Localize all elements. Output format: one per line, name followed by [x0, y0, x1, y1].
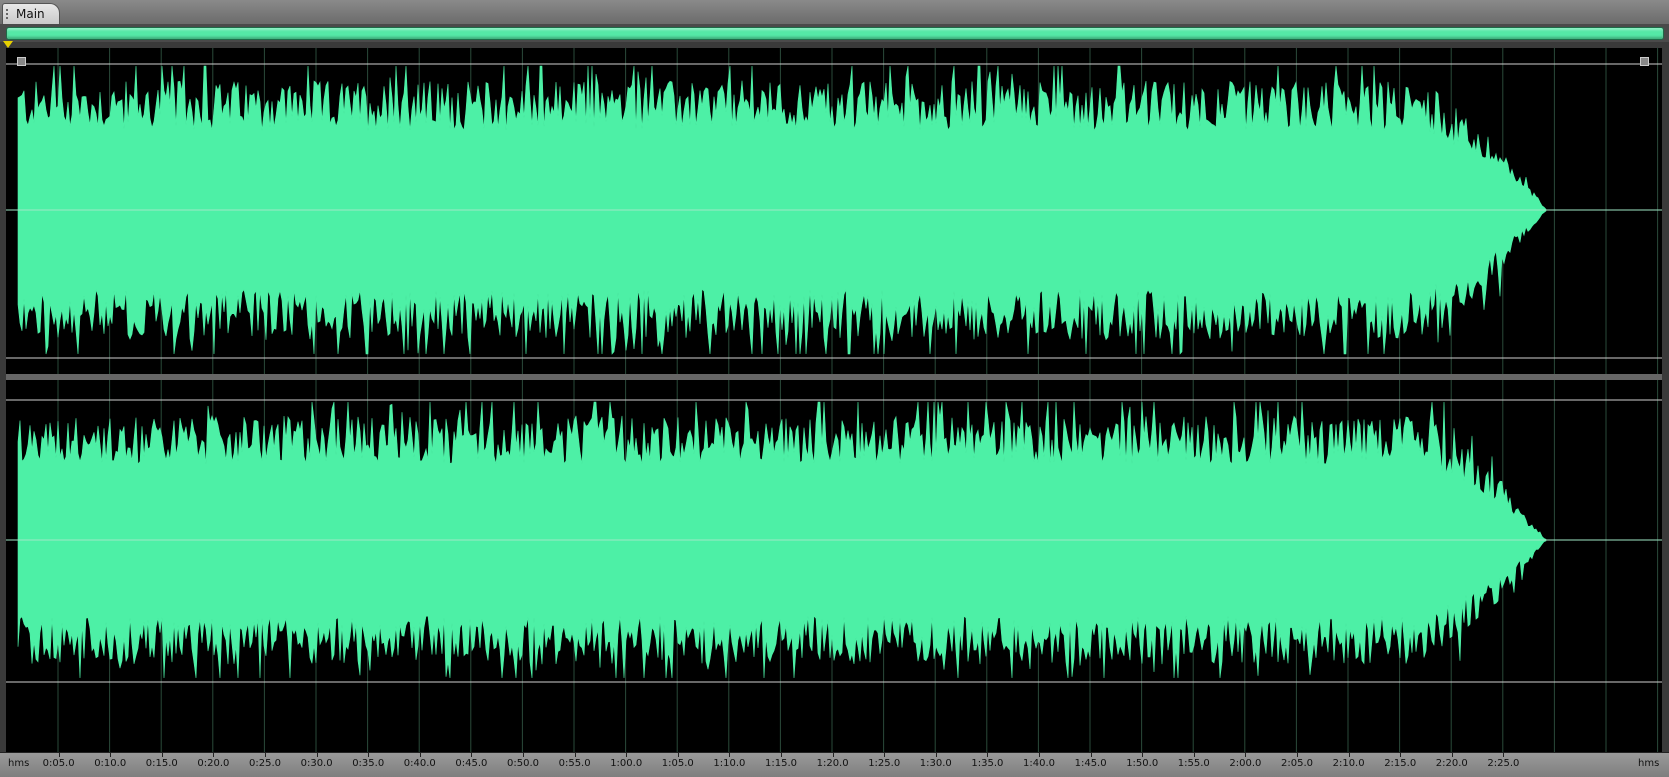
ruler-tick-label: 1:10.0 — [713, 758, 746, 769]
ruler-unit-right: hms — [1638, 758, 1660, 769]
ruler-tick-label: 1:30.0 — [919, 758, 952, 769]
channel-separator — [6, 374, 1662, 380]
ruler-tick-label: 0:30.0 — [300, 758, 333, 769]
ruler-tick-label: 0:25.0 — [249, 758, 281, 769]
ruler-tick-mark — [1142, 753, 1144, 757]
ruler-tick-mark — [110, 753, 112, 757]
ruler-tick-label: 1:20.0 — [816, 758, 849, 769]
ruler-tick-label: 0:15.0 — [145, 758, 178, 769]
ruler-tick-label: 0:05.0 — [42, 758, 75, 769]
ruler-tick-mark — [1193, 753, 1195, 757]
ruler-tick-mark — [1297, 753, 1298, 757]
ruler-tick-mark — [987, 753, 989, 757]
tab-bar: Main — [0, 0, 1669, 24]
ruler-tick-label: 0:45.0 — [455, 758, 488, 769]
ruler-unit-left: hms — [8, 758, 30, 769]
ruler-tick-label: 2:20.0 — [1435, 758, 1468, 769]
ruler-tick-label: 0:40.0 — [403, 758, 436, 769]
ruler-tick-mark — [161, 753, 163, 757]
ruler-tick-mark — [368, 753, 370, 757]
ruler-tick-mark — [316, 753, 318, 757]
ruler-tick-mark — [935, 753, 937, 757]
ruler-tick-label: 1:45.0 — [1074, 758, 1107, 769]
overview-scroll-range[interactable] — [6, 27, 1664, 40]
ruler-tick-label: 1:50.0 — [1126, 758, 1159, 769]
ruler-tick-label: 0:10.0 — [94, 758, 127, 769]
ruler-tick-mark — [213, 753, 215, 757]
ruler-tick-mark — [729, 753, 731, 757]
ruler-tick-label: 2:00.0 — [1229, 758, 1262, 769]
ruler-tick-mark — [1503, 753, 1505, 757]
time-ruler[interactable]: hms hms 0:05.0 0:10.0 0:15.0 0:20.0 0:25.0 0:… — [0, 752, 1669, 777]
ruler-tick-label: 0:50.0 — [507, 758, 539, 769]
ruler-tick-mark — [1348, 753, 1350, 757]
ruler-tick-mark — [626, 753, 628, 757]
ruler-tick-mark — [1090, 753, 1092, 757]
ruler-tick-label: 2:15.0 — [1384, 758, 1417, 769]
ruler-tick-mark — [265, 753, 266, 757]
selection-start-handle[interactable] — [17, 57, 26, 66]
tab-main-label: Main — [16, 7, 45, 21]
ruler-tick-mark — [1245, 753, 1247, 757]
ruler-tick-mark — [58, 753, 60, 757]
waveform-display[interactable] — [6, 48, 1662, 752]
ruler-tick-mark — [781, 753, 782, 757]
ruler-tick-label: 1:00.0 — [610, 758, 643, 769]
ruler-tick-mark — [574, 753, 576, 757]
grip-icon — [6, 9, 14, 19]
ruler-tick-mark — [677, 753, 679, 757]
playhead-marker-icon[interactable] — [3, 41, 13, 48]
ruler-tick-label: 1:25.0 — [868, 758, 901, 769]
ruler-tick-label: 2:25.0 — [1487, 758, 1520, 769]
ruler-tick-label: 2:05.0 — [1281, 758, 1313, 769]
ruler-tick-mark — [1451, 753, 1453, 757]
ruler-tick-mark — [884, 753, 886, 757]
ruler-tick-label: 1:55.0 — [1177, 758, 1210, 769]
selection-end-handle[interactable] — [1640, 57, 1649, 66]
ruler-tick-label: 2:10.0 — [1332, 758, 1365, 769]
ruler-tick-mark — [471, 753, 473, 757]
overview-bar — [0, 24, 1669, 42]
ruler-tick-mark — [419, 753, 421, 757]
ruler-tick-label: 1:15.0 — [765, 758, 797, 769]
ruler-tick-label: 1:35.0 — [971, 758, 1004, 769]
tab-main[interactable]: Main — [2, 3, 60, 24]
ruler-tick-label: 0:35.0 — [352, 758, 385, 769]
ruler-tick-label: 0:55.0 — [558, 758, 591, 769]
ruler-tick-label: 1:05.0 — [661, 758, 694, 769]
ruler-tick-mark — [1400, 753, 1402, 757]
ruler-tick-mark — [523, 753, 524, 757]
ruler-tick-mark — [1039, 753, 1040, 757]
waveform-svg — [6, 48, 1662, 752]
ruler-tick-mark — [832, 753, 834, 757]
ruler-tick-label: 1:40.0 — [1023, 758, 1055, 769]
ruler-tick-label: 0:20.0 — [197, 758, 230, 769]
